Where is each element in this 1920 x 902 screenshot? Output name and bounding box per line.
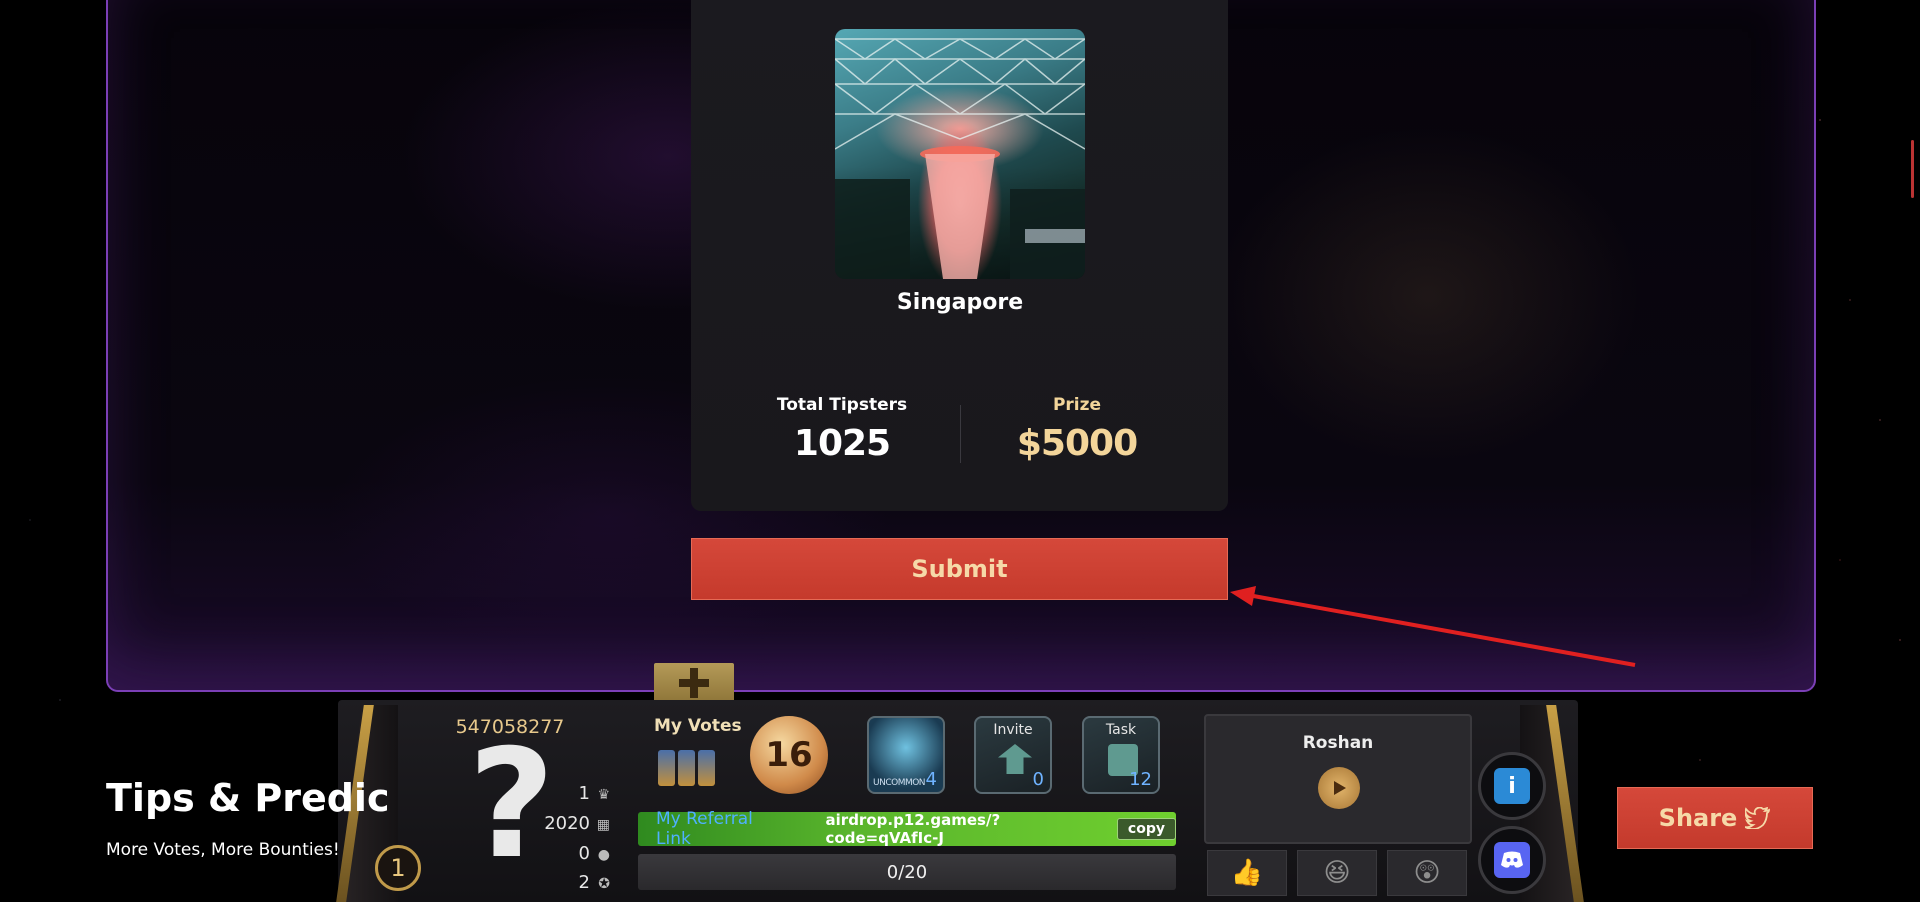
- referral-label: My Referral Link: [656, 809, 753, 849]
- votes-count-badge: 16: [750, 716, 828, 794]
- stat-user: 0 ●: [578, 843, 610, 864]
- laugh-icon: 😆: [1323, 858, 1351, 888]
- tips-subtitle: More Votes, More Bounties!: [106, 840, 340, 860]
- shocked-icon: 😲: [1413, 858, 1441, 888]
- stat-badge: 2 ✪: [578, 872, 610, 893]
- info-button[interactable]: i: [1478, 752, 1546, 820]
- destination-image: [835, 29, 1085, 279]
- progress-bar: 0/20: [638, 854, 1176, 890]
- shocked-button[interactable]: 😲: [1387, 850, 1467, 896]
- stat-crown: 1 ♛: [578, 783, 610, 804]
- submit-button[interactable]: Submit: [691, 538, 1228, 600]
- destination-name: Singapore: [896, 290, 1024, 315]
- thumbs-up-button[interactable]: 👍: [1207, 850, 1287, 896]
- copy-button[interactable]: copy: [1116, 818, 1176, 840]
- referral-link-bar: My Referral Link airdrop.p12.games/?code…: [638, 809, 1176, 849]
- expand-button[interactable]: [654, 663, 734, 703]
- share-button[interactable]: Share: [1617, 787, 1813, 849]
- stat-prize: Prize $5000: [957, 395, 1197, 464]
- npc-name: Roshan: [1302, 733, 1374, 753]
- discord-icon: [1494, 842, 1530, 878]
- stat-label: Total Tipsters: [776, 395, 908, 415]
- stat-value: 1025: [793, 423, 891, 464]
- invite-icon: [998, 744, 1032, 774]
- vote-tokens-icon: [658, 750, 715, 786]
- referral-url[interactable]: airdrop.p12.games/?code=qVAfIc-J: [826, 811, 1111, 847]
- play-icon: [1334, 781, 1346, 795]
- plus-icon: [679, 668, 709, 698]
- stat-value: $5000: [1016, 423, 1138, 464]
- task-tile[interactable]: Task 12: [1082, 716, 1160, 794]
- annotation-arrow: [1230, 586, 1636, 667]
- stat-calendar: 2020 ▦: [544, 813, 610, 834]
- badge-icon: ✪: [598, 876, 610, 892]
- uncommon-card-tile[interactable]: UNCOMMON 4: [867, 716, 945, 794]
- thumbs-up-icon: 👍: [1230, 858, 1264, 888]
- my-votes-label: My Votes: [654, 716, 742, 736]
- play-button[interactable]: [1318, 767, 1360, 809]
- invite-tile[interactable]: Invite 0: [974, 716, 1052, 794]
- stat-label: Prize: [1052, 395, 1102, 415]
- scrollbar-thumb[interactable]: [1911, 140, 1914, 198]
- discord-button[interactable]: [1478, 826, 1546, 894]
- calendar-icon: ▦: [596, 817, 610, 833]
- stat-total-tipsters: Total Tipsters 1025: [722, 395, 962, 464]
- info-icon: i: [1494, 768, 1530, 804]
- level-badge: 1: [375, 845, 421, 891]
- laugh-button[interactable]: 😆: [1297, 850, 1377, 896]
- crown-icon: ♛: [597, 787, 610, 803]
- tips-title: Tips & Predic: [106, 776, 390, 820]
- user-icon: ●: [597, 847, 610, 863]
- twitter-icon: [1745, 807, 1771, 829]
